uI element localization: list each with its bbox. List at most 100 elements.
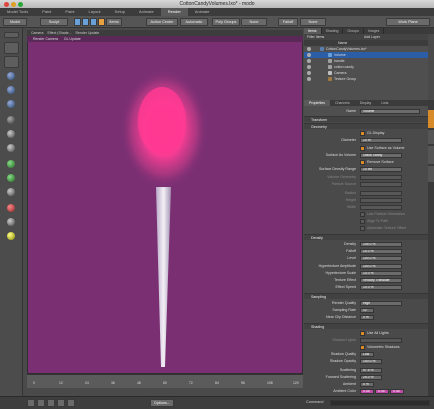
tool-button-1[interactable]	[4, 42, 19, 54]
sphere-tool-icon[interactable]	[7, 72, 15, 80]
render-viewport[interactable]	[27, 36, 303, 374]
forward-scattering-field[interactable]: 25.0 %	[360, 375, 382, 380]
remove-surface-checkbox[interactable]	[360, 160, 365, 165]
move-tool-icon[interactable]	[7, 116, 15, 124]
poly-groups-dropdown[interactable]: None	[241, 18, 267, 26]
visibility-eye-icon[interactable]	[307, 53, 311, 57]
hyper-amp-field[interactable]: 100.0 %	[360, 264, 402, 269]
scale-tool-icon[interactable]	[7, 144, 15, 152]
ambient-color-g[interactable]: 0.45	[375, 389, 389, 394]
visibility-eye-icon[interactable]	[307, 65, 311, 69]
vertex-mode-icon[interactable]	[74, 18, 81, 26]
visibility-eye-icon[interactable]	[307, 71, 311, 75]
viewport-subtab-1[interactable]: GL Update	[64, 37, 81, 41]
scattering-field[interactable]: 97.5 %	[360, 368, 382, 373]
gl-display-checkbox[interactable]	[360, 131, 365, 136]
name-field[interactable]: Volume	[360, 109, 420, 114]
material-mode-icon[interactable]	[98, 18, 105, 26]
layout-tab-4[interactable]: Setup	[108, 8, 132, 16]
align-to-path-checkbox[interactable]	[360, 219, 365, 224]
width-field[interactable]	[360, 205, 402, 210]
visibility-eye-icon[interactable]	[307, 77, 311, 81]
smooth-tool-icon[interactable]	[7, 218, 15, 226]
close-window-button[interactable]	[4, 1, 9, 7]
ambient-field[interactable]: 0 %	[360, 382, 374, 387]
go-end-icon[interactable]	[67, 399, 75, 407]
poly-groups-button[interactable]: Poly Groups	[212, 18, 240, 26]
tool-button-2[interactable]	[4, 56, 19, 68]
viewport-subtab-0[interactable]: Render Camera	[33, 37, 58, 41]
section-sampling[interactable]: Sampling	[304, 293, 428, 299]
sculpt-button[interactable]: Sculpt	[40, 18, 68, 26]
light-tool-icon[interactable]	[7, 232, 15, 240]
work-plane-button[interactable]: Work Plane	[386, 18, 430, 26]
falloff-dropdown[interactable]: None	[300, 18, 326, 26]
use-all-lights-checkbox[interactable]	[360, 331, 365, 336]
action-center-button[interactable]: Action Center	[146, 18, 178, 26]
shadow-lights-dropdown[interactable]	[360, 338, 402, 343]
section-transform[interactable]: Transform	[304, 116, 428, 122]
extrude-tool-icon[interactable]	[7, 174, 15, 182]
ambient-color-r[interactable]: 0.45	[360, 389, 374, 394]
step-back-icon[interactable]	[37, 399, 45, 407]
property-tab-3[interactable]: Lists	[376, 100, 393, 106]
edge-mode-icon[interactable]	[82, 18, 89, 26]
section-geometry[interactable]: Geometry	[304, 123, 428, 129]
cone-tool-icon[interactable]	[7, 100, 15, 108]
paint-tool-icon[interactable]	[7, 204, 15, 212]
shadow-opacity-field[interactable]: 100.0 %	[360, 359, 382, 364]
section-density[interactable]: Density	[304, 234, 428, 240]
side-tab-mesh-items[interactable]	[428, 146, 434, 164]
surface-density-field[interactable]: 10 cm	[360, 167, 402, 172]
go-start-icon[interactable]	[27, 399, 35, 407]
rotate-tool-icon[interactable]	[7, 130, 15, 138]
surface-as-volume-dropdown[interactable]: cotton candy	[360, 153, 402, 158]
shadow-quality-dropdown[interactable]: Low	[360, 352, 374, 357]
auto-texture-checkbox[interactable]	[360, 226, 365, 231]
viewport-tab-0[interactable]: Camera	[31, 31, 43, 35]
visibility-eye-icon[interactable]	[307, 47, 311, 51]
particle-source-dropdown[interactable]	[360, 182, 402, 187]
use-surface-checkbox[interactable]	[360, 146, 365, 151]
tree-item[interactable]: Texture Group	[304, 76, 428, 82]
play-icon[interactable]	[47, 399, 55, 407]
bevel-tool-icon[interactable]	[7, 160, 15, 168]
side-tab-shading[interactable]	[428, 110, 434, 128]
diameter-field[interactable]: 10 m	[360, 138, 402, 143]
zoom-window-button[interactable]	[18, 1, 23, 7]
density-field[interactable]: 145.0 %	[360, 242, 402, 247]
layout-tab-5[interactable]: Animate	[132, 8, 161, 16]
falloff-button[interactable]: Falloff	[278, 18, 298, 26]
layout-tab-7[interactable]: Animate	[188, 8, 217, 16]
loop-slice-tool-icon[interactable]	[7, 188, 15, 196]
cylinder-tool-icon[interactable]	[7, 86, 15, 94]
timeline[interactable]: 0 12 24 36 48 60 72 84 96 108 120	[27, 374, 303, 388]
options-button[interactable]: Options...	[150, 399, 174, 407]
layout-tab-6[interactable]: Render	[160, 8, 188, 16]
layout-tab-2[interactable]: Paint	[58, 8, 81, 16]
radius-field[interactable]	[360, 191, 402, 196]
falloff-field[interactable]: 10.0 %	[360, 249, 402, 254]
use-particle-checkbox[interactable]	[360, 212, 365, 217]
volumetric-shadows-checkbox[interactable]	[360, 345, 365, 350]
polygon-mode-icon[interactable]	[90, 18, 97, 26]
level-field[interactable]: 100.0 %	[360, 256, 402, 261]
items-mode-button[interactable]: Items	[106, 18, 122, 26]
effect-speed-field[interactable]: 10.0 %	[360, 285, 402, 290]
property-tab-1[interactable]: Channels	[330, 100, 355, 106]
section-shading[interactable]: Shading	[304, 323, 428, 329]
near-clip-field[interactable]: 0 m	[360, 315, 374, 320]
command-input[interactable]	[330, 400, 430, 406]
height-field[interactable]	[360, 198, 402, 203]
side-tab-fur[interactable]	[428, 130, 434, 144]
texture-effect-dropdown[interactable]: Velocity Translate	[360, 278, 402, 283]
sampling-rate-field[interactable]: 12	[360, 308, 374, 313]
minimize-window-button[interactable]	[11, 1, 16, 7]
property-tab-2[interactable]: Display	[355, 100, 376, 106]
model-button[interactable]: Model	[3, 18, 27, 26]
side-tab-surface[interactable]	[428, 166, 434, 182]
layout-tab-1[interactable]: Paint	[35, 8, 58, 16]
viewport-tab-2[interactable]: Render Update	[76, 31, 100, 35]
hyper-scale-field[interactable]: 10.0 %	[360, 271, 402, 276]
layout-tab-0[interactable]: Model Tools	[0, 8, 35, 16]
